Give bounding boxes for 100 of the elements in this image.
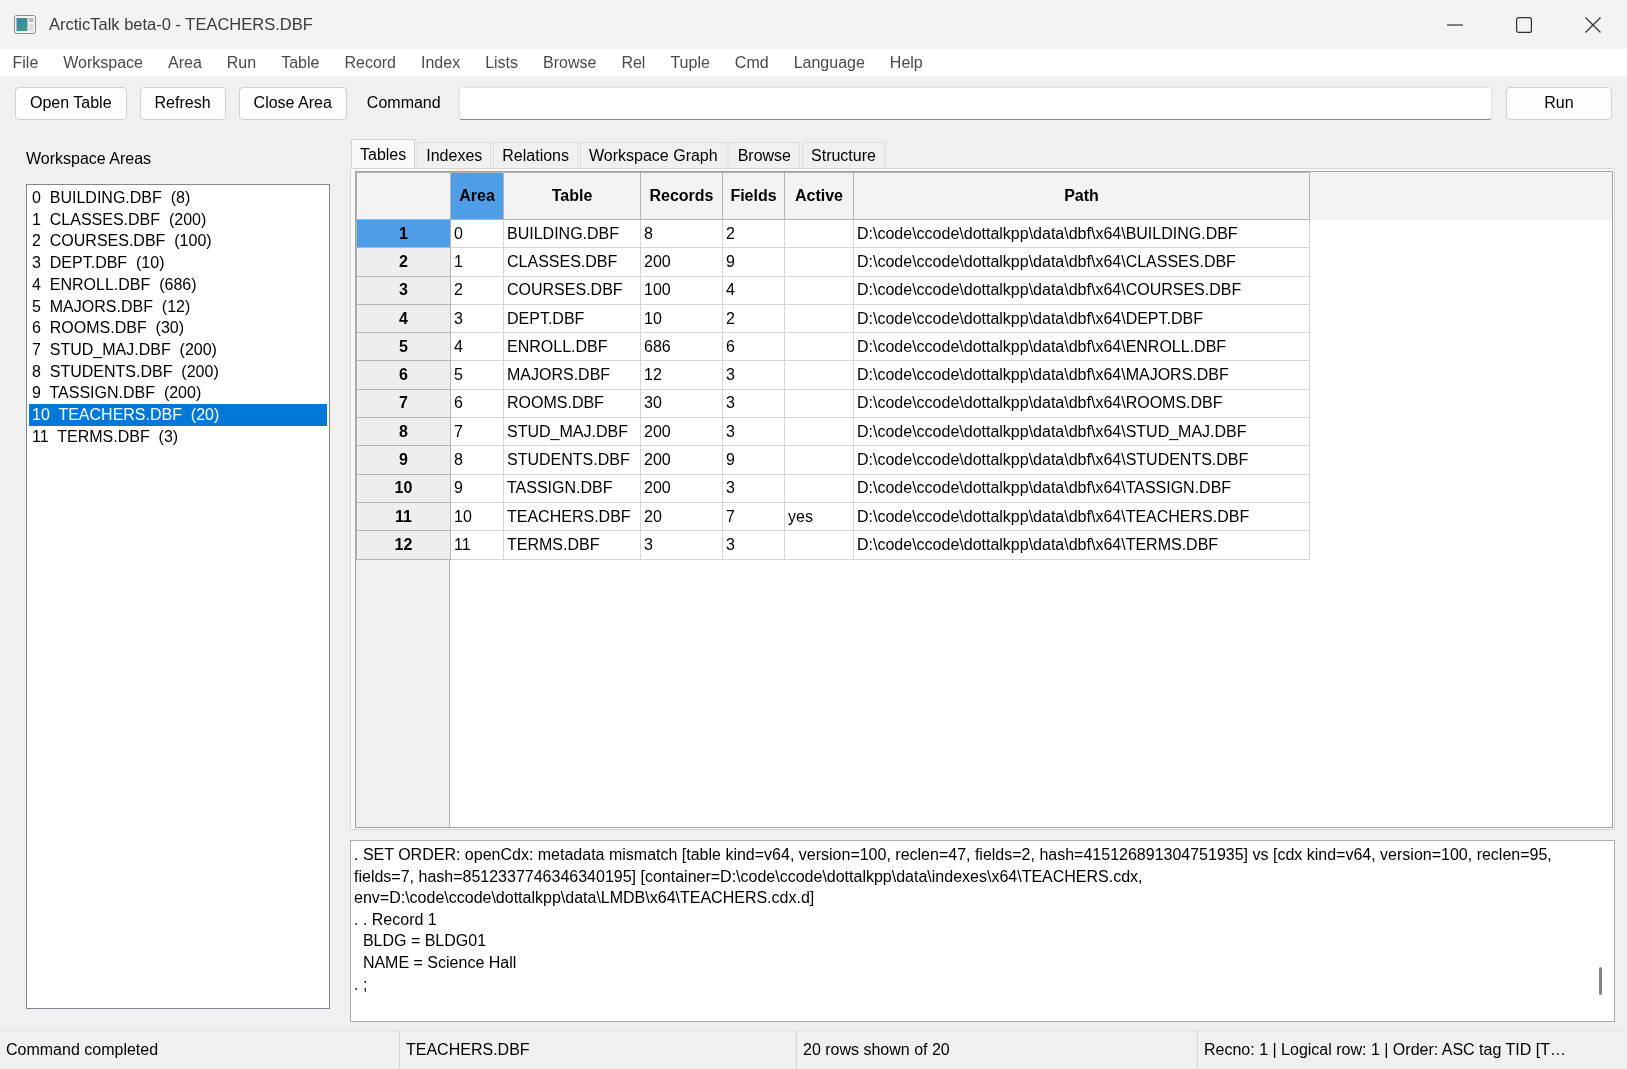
table-cell: CLASSES.DBF [503, 247, 641, 277]
table-cell: 7 [722, 502, 785, 531]
table-cell: D:\code\ccode\dottalkpp\data\dbf\x64\COURSES.DBF [853, 276, 1310, 305]
toolbar-button[interactable]: Refresh [139, 86, 226, 120]
table-cell: 2 [722, 219, 785, 248]
table-cell: 200 [640, 417, 723, 446]
menu-item[interactable]: Table [268, 50, 332, 75]
table-cell: MAJORS.DBF [503, 361, 641, 390]
row-header[interactable]: 1 [356, 219, 451, 248]
table-cell: 2 [722, 304, 785, 333]
table-cell: 10 [640, 304, 723, 333]
table-cell: D:\code\ccode\dottalkpp\data\dbf\x64\STUD_MAJ.DBF [853, 417, 1310, 446]
menu-item[interactable]: Area [155, 50, 215, 75]
table-cell: 4 [722, 276, 785, 305]
row-header[interactable]: 11 [356, 502, 451, 531]
command-field[interactable] [458, 86, 1492, 120]
menu-item[interactable]: Language [781, 50, 878, 75]
run-button[interactable]: Run [1506, 86, 1612, 120]
table-cell: 9 [722, 247, 785, 277]
menu-item[interactable]: Cmd [722, 50, 782, 75]
row-header[interactable]: 4 [356, 304, 451, 333]
menu-item[interactable]: Index [408, 50, 473, 75]
table-cell: COURSES.DBF [503, 276, 641, 305]
log-line: . SET ORDER: openCdx: metadata mismatch [table kind=v64, version=100, reclen=47, fields=2, hash=415126891304751935] vs [cdx kind=v64, version=100, reclen=95, fields=7, hash=8512337746346340195] [container=D:\code\ccode\dottalkpp\data\indexes\x64\TEACHERS.cdx, env=D:\code\ccode\dottalkpp\data\LMDB\x64\TEACHERS.cdx.d] [354, 845, 1553, 909]
close-icon[interactable] [1584, 16, 1601, 33]
menu-item[interactable]: Workspace [50, 50, 156, 75]
menu-item[interactable]: Help [877, 50, 936, 75]
list-item[interactable]: 10 TEACHERS.DBF (20) [29, 404, 327, 426]
table-cell: DEPT.DBF [503, 304, 641, 333]
row-header[interactable]: 5 [356, 332, 451, 361]
column-header[interactable]: Table [503, 172, 641, 220]
table-cell: 30 [640, 389, 723, 418]
command-label: Command [366, 93, 441, 113]
tab[interactable]: Structure [802, 142, 885, 168]
table-cell: D:\code\ccode\dottalkpp\data\dbf\x64\DEPT.DBF [853, 304, 1310, 333]
table-cell: 200 [640, 445, 723, 475]
column-header[interactable]: Active [784, 172, 854, 220]
row-header[interactable]: 3 [356, 276, 451, 305]
table-cell: 3 [722, 389, 785, 418]
table-cell: D:\code\ccode\dottalkpp\data\dbf\x64\TERMS.DBF [853, 530, 1310, 560]
table-cell: ENROLL.DBF [503, 332, 641, 361]
table-cell: 3 [722, 530, 785, 560]
panel-title: Workspace Areas [26, 149, 153, 169]
table-cell: BUILDING.DBF [503, 219, 641, 248]
column-header[interactable]: Area [450, 172, 504, 220]
column-header[interactable]: Path [853, 172, 1310, 220]
table-cell: STUDENTS.DBF [503, 445, 641, 475]
table-cell: 8 [640, 219, 723, 248]
maximize-icon[interactable] [1515, 16, 1532, 33]
row-header[interactable]: 2 [356, 247, 451, 277]
column-header[interactable]: Records [640, 172, 723, 220]
table-cell: 12 [640, 361, 723, 390]
table-cell: yes [784, 502, 854, 531]
toolbar-button[interactable]: Close Area [238, 86, 347, 120]
row-header[interactable]: 9 [356, 445, 451, 475]
log-line: BLDG = BLDG01 [361, 931, 488, 952]
column-header[interactable]: Fields [722, 172, 785, 220]
table-cell: 3 [722, 474, 785, 503]
row-header[interactable]: 8 [356, 417, 451, 446]
tab[interactable]: Tables [351, 139, 416, 168]
table-cell: D:\code\ccode\dottalkpp\data\dbf\x64\ROOMS.DBF [853, 389, 1310, 418]
table-cell: 3 [722, 417, 785, 446]
row-header[interactable]: 12 [356, 530, 451, 560]
tab[interactable]: Indexes [417, 142, 492, 168]
minimize-icon[interactable] [1446, 23, 1463, 26]
status-text: Command completed [0, 1031, 400, 1069]
table-cell: 20 [640, 502, 723, 531]
menu-item[interactable]: Browse [530, 50, 609, 75]
status-text: 20 rows shown of 20 [797, 1031, 1198, 1069]
workspace-list[interactable] [26, 184, 330, 1009]
menu-item[interactable]: Tuple [657, 50, 723, 75]
menu-item[interactable]: Rel [608, 50, 658, 75]
table-cell: 9 [722, 445, 785, 475]
table-cell: D:\code\ccode\dottalkpp\data\dbf\x64\ENROLL.DBF [853, 332, 1310, 361]
status-text: TEACHERS.DBF [400, 1031, 797, 1069]
tab[interactable]: Browse [728, 142, 800, 168]
table-cell: 6 [722, 332, 785, 361]
menu-item[interactable]: File [0, 50, 51, 75]
table-cell: TERMS.DBF [503, 530, 641, 560]
table-cell: D:\code\ccode\dottalkpp\data\dbf\x64\CLASSES.DBF [853, 247, 1310, 277]
row-header[interactable]: 6 [356, 361, 451, 390]
status-text: Recno: 1 | Logical row: 1 | Order: ASC tag TID [T… [1203, 1040, 1567, 1060]
table-cell: STUD_MAJ.DBF [503, 417, 641, 446]
scrollbar-thumb[interactable] [1599, 967, 1602, 995]
window-title: ArcticTalk beta-0 - TEACHERS.DBF [49, 14, 313, 36]
table-cell: 100 [640, 276, 723, 305]
menu-item[interactable]: Record [331, 50, 409, 75]
table-cell: ROOMS.DBF [503, 389, 641, 418]
menu-item[interactable]: Run [214, 50, 269, 75]
log-line: NAME = Science Hall [361, 952, 518, 973]
tab[interactable]: Workspace Graph [580, 142, 727, 168]
log-line: . ; [354, 974, 369, 995]
table-cell: D:\code\ccode\dottalkpp\data\dbf\x64\STUDENTS.DBF [853, 445, 1310, 475]
table-cell: D:\code\ccode\dottalkpp\data\dbf\x64\TEACHERS.DBF [853, 502, 1310, 531]
table-cell: TASSIGN.DBF [503, 474, 641, 503]
toolbar-button[interactable]: Open Table [15, 86, 127, 120]
tab[interactable]: Relations [493, 142, 578, 168]
row-header[interactable]: 10 [356, 474, 451, 503]
row-header[interactable]: 7 [356, 389, 451, 418]
menu-item[interactable]: Lists [472, 50, 531, 75]
